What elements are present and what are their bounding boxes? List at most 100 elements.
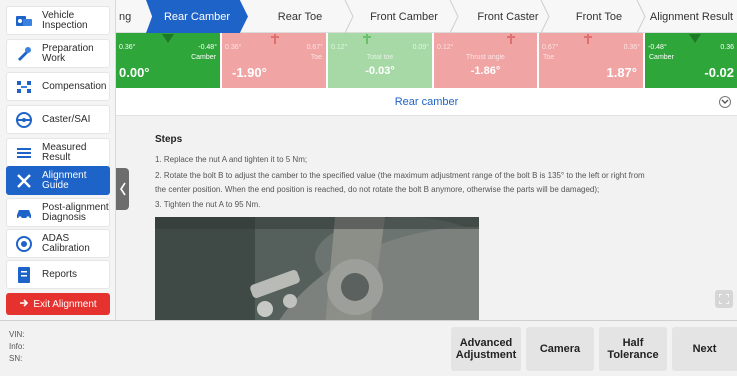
chevron-left-icon [119, 182, 126, 196]
gauge-max: 0.36 [720, 44, 734, 51]
info-label: Info: [9, 342, 25, 351]
gauge-rear-left-camber: 0.36° -0.48° Camber 0.00° [116, 33, 220, 88]
gauge-max: 0.67° [306, 44, 323, 51]
gauge-total-toe: 0.12° 0.09° Total toe -0.03° [328, 33, 432, 88]
gauge-max: -0.48° [198, 44, 217, 51]
tab-previous[interactable]: ng [116, 0, 144, 33]
gauge-min: 0.36° [225, 44, 242, 51]
sidebar-item-compensation[interactable]: Compensation [6, 72, 110, 101]
adjustment-photo [155, 217, 479, 320]
sidebar-item-post-alignment-diagnosis[interactable]: Post-alignment Diagnosis [6, 198, 110, 227]
section-title: Rear camber [394, 96, 459, 108]
sidebar-item-label: Alignment Guide [42, 169, 87, 191]
sidebar-item-label: Vehicle Inspection [42, 9, 88, 31]
tab-label: Rear Camber [163, 10, 231, 23]
sn-label: SN: [9, 354, 23, 363]
sidebar-item-alignment-guide[interactable]: Alignment Guide [6, 166, 110, 195]
tab-separator [344, 0, 354, 33]
gauge-max: 0.36° [623, 44, 640, 51]
sidebar-item-vehicle-inspection[interactable]: Vehicle Inspection [6, 6, 110, 35]
gauge-name: Toe [310, 54, 322, 61]
tab-alignment-result[interactable]: Alignment Result [646, 0, 737, 33]
next-button[interactable]: Next [672, 327, 737, 371]
marker-icon [363, 34, 371, 44]
marker-icon [584, 34, 592, 44]
half-tolerance-button[interactable]: Half Tolerance [599, 327, 667, 371]
gauge-value: -0.03° [365, 65, 395, 77]
sidebar-item-measured-result[interactable]: Measured Result [6, 138, 110, 167]
tab-label: Front Toe [575, 10, 623, 23]
gauge-value: -1.86° [470, 65, 501, 77]
sidebar-collapse-handle[interactable] [116, 168, 129, 210]
gauge-value: 1.87° [606, 65, 637, 80]
sidebar-item-label: Compensation [42, 80, 107, 92]
tab-label: Rear Toe [277, 10, 323, 23]
gauge-rear-left-toe: 0.36° 0.67° Toe -1.90° [222, 33, 326, 88]
steering-wheel-icon [12, 108, 36, 132]
gauge-name: Toe [543, 54, 555, 61]
sidebar-item-preparation-work[interactable]: Preparation Work [6, 39, 110, 68]
steps-heading: Steps [155, 134, 183, 145]
tab-separator [540, 0, 550, 33]
sidebar-item-reports[interactable]: Reports [6, 260, 110, 289]
tab-front-toe[interactable]: Front Toe [554, 0, 644, 33]
measurement-gauges: 0.36° -0.48° Camber 0.00° 0.36° 0.67° Toe … [116, 33, 737, 88]
step-line: 3. Tighten the nut A to 95 Nm. [155, 200, 261, 209]
instructions-panel: Steps 1. Replace the nut A and tighten i… [116, 116, 737, 320]
sidebar-item-caster-sai[interactable]: Caster/SAI [6, 105, 110, 134]
tab-rear-camber[interactable]: Rear Camber [146, 0, 248, 33]
step-line: 2. Rotate the bolt B to adjust the cambe… [155, 171, 645, 180]
chevron-down-icon[interactable] [719, 96, 731, 108]
sidebar-item-label: Measured Result [42, 141, 87, 163]
gauge-value: -1.90° [232, 65, 267, 80]
sidebar-item-label: ADAS Calibration [42, 232, 90, 254]
vehicle-inspection-icon [12, 9, 36, 33]
gauge-name: Camber [191, 54, 216, 61]
gauge-value: -0.02 [704, 65, 734, 80]
gauge-min: 0.36° [119, 44, 136, 51]
camera-button[interactable]: Camera [526, 327, 594, 371]
gauge-name: Total toe [366, 54, 394, 61]
gauge-rear-right-camber: -0.48° 0.36 Camber -0.02 [645, 33, 737, 88]
step-line: the center position. When the end positi… [155, 185, 600, 194]
sidebar-item-label: Post-alignment Diagnosis [42, 201, 109, 223]
exit-alignment-button[interactable]: Exit Alignment [6, 293, 110, 315]
adas-icon [12, 232, 36, 256]
gauge-rear-right-toe: 0.67° 0.36° Toe 1.87° [539, 33, 643, 88]
step-tabs: ng Rear Camber Rear Toe Front Camber Fro… [116, 0, 737, 33]
tab-label: Front Caster [477, 10, 539, 23]
tab-separator [636, 0, 646, 33]
sidebar-item-adas-calibration[interactable]: ADAS Calibration [6, 229, 110, 258]
gauge-min: 0.12° [437, 44, 454, 51]
bottom-bar: VIN: Info: SN: Advanced Adjustment Camer… [0, 320, 737, 376]
gauge-name: Camber [649, 54, 674, 61]
sidebar-item-label: Preparation Work [42, 42, 94, 64]
wrench-icon [12, 42, 36, 66]
advanced-adjustment-button[interactable]: Advanced Adjustment [451, 327, 521, 371]
gauge-min: 0.67° [542, 44, 559, 51]
gauge-value: 0.00° [119, 65, 150, 80]
marker-icon [689, 34, 701, 43]
vin-label: VIN: [9, 330, 25, 339]
tab-rear-toe[interactable]: Rear Toe [252, 0, 348, 33]
gauge-name: Thrust angle [466, 54, 505, 61]
sidebar-item-label: Reports [42, 268, 78, 280]
marker-icon [507, 34, 515, 44]
step-line: 1. Replace the nut A and tighten it to 5… [155, 155, 308, 164]
gauge-max: 0.09° [412, 44, 429, 51]
tab-front-camber[interactable]: Front Camber [354, 0, 454, 33]
marker-icon [162, 34, 174, 43]
fullscreen-icon[interactable] [715, 290, 733, 308]
section-header: Rear camber [116, 88, 737, 116]
gauge-thrust-angle: 0.12° Thrust angle -1.86° [434, 33, 537, 88]
sidebar: Vehicle Inspection Preparation Work Comp… [0, 0, 116, 320]
marker-icon [271, 34, 279, 44]
compensation-icon [12, 75, 36, 99]
gauge-min: 0.12° [331, 44, 348, 51]
tab-label: Alignment Result [649, 10, 734, 23]
car-icon [12, 201, 36, 225]
exit-alignment-label: Exit Alignment [33, 298, 97, 310]
tools-icon [12, 169, 36, 193]
list-icon [12, 141, 36, 165]
gauge-min: -0.48° [648, 44, 667, 51]
